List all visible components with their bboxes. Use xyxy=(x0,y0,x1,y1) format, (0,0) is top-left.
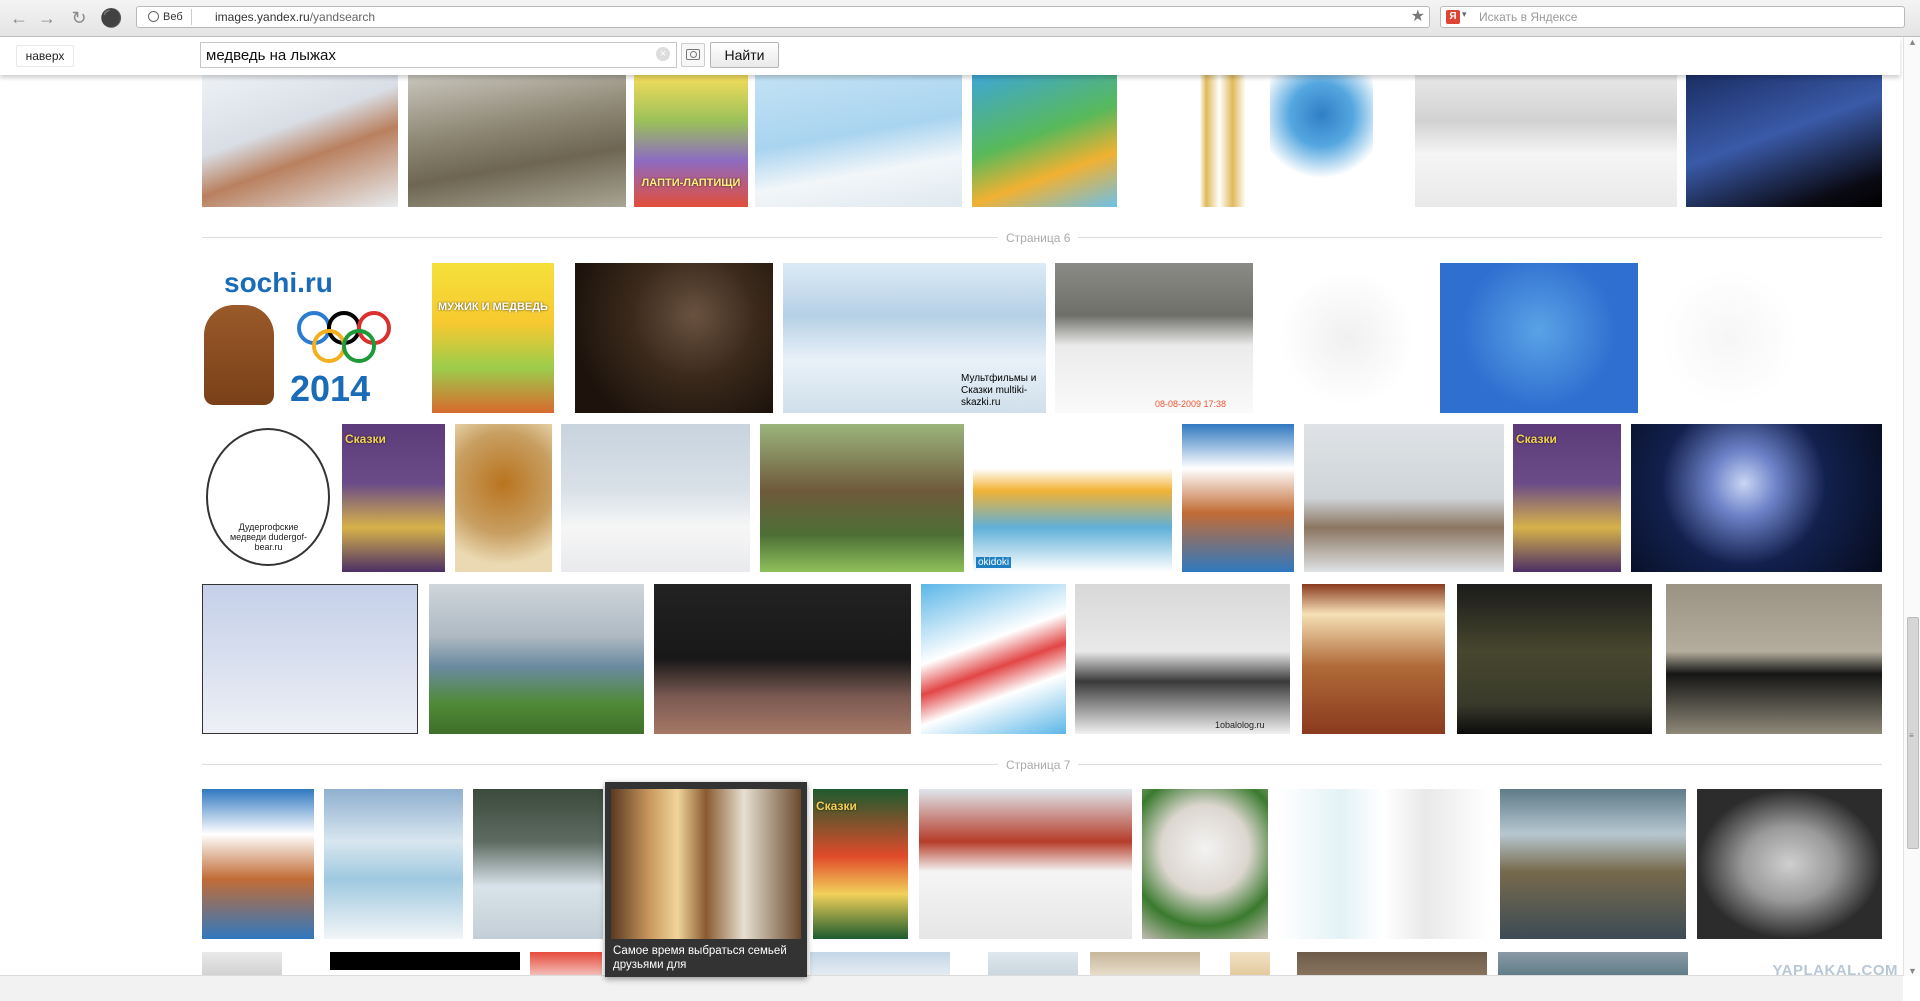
image-tile-black-bear-rocks[interactable] xyxy=(1666,584,1882,734)
url-text: images.yandex.ru/yandsearch xyxy=(215,10,376,24)
bottom-edge xyxy=(0,975,1903,1001)
image-tile-dolphin-skis[interactable] xyxy=(1127,75,1259,207)
dropdown-icon[interactable]: ▾ xyxy=(1462,9,1467,20)
image-tile-bears-seagulls[interactable] xyxy=(1304,424,1504,572)
image-tile-misha-bear[interactable] xyxy=(455,424,552,572)
web-pill[interactable]: Веб xyxy=(143,9,192,25)
image-tile-skazki-book-1[interactable]: Сказки xyxy=(342,424,445,572)
image-tile-hunters[interactable] xyxy=(408,75,626,207)
image-tile-ice-sculpture[interactable] xyxy=(324,789,463,939)
image-tile-polar-bears[interactable] xyxy=(1647,263,1882,413)
image-tile-bear-waterfall[interactable] xyxy=(473,789,603,939)
sochi-year: 2014 xyxy=(290,368,371,409)
image-tile-partial-1[interactable] xyxy=(202,952,282,977)
image-tile-skazki-book-2[interactable]: Сказки xyxy=(1513,424,1621,572)
image-tile-masha-cartoon[interactable]: Мультфильмы и Сказки multiki-skazki.ru xyxy=(783,263,1046,413)
popup-image[interactable] xyxy=(611,789,801,939)
yandex-search-placeholder: Искать в Яндексе xyxy=(1479,10,1578,24)
olympic-rings-icon xyxy=(297,311,414,363)
search-toolbar: наверх медведь на лыжах × Найти xyxy=(0,37,1900,75)
image-tile-speakers[interactable] xyxy=(654,584,911,734)
image-tile-partial-7[interactable] xyxy=(1230,952,1270,977)
image-tile-dolphin-mascot[interactable] xyxy=(1270,75,1373,207)
image-tile-candy-game[interactable] xyxy=(921,584,1066,734)
image-tile-sleeping-bear[interactable] xyxy=(1182,424,1294,572)
image-tile-polar-bears-fighting[interactable] xyxy=(202,584,418,734)
image-tile-vintage-bear[interactable] xyxy=(1697,789,1882,939)
image-tile-bear-claws[interactable] xyxy=(575,263,773,413)
image-tile-partial-4[interactable] xyxy=(810,952,950,977)
find-button[interactable]: Найти xyxy=(710,42,779,68)
image-tile-brown-bear-grass[interactable] xyxy=(760,424,964,572)
yandex-logo-icon: Я xyxy=(1446,10,1460,24)
image-tile-dolphin-cartoon[interactable] xyxy=(1278,789,1489,939)
image-tile-winter-person[interactable]: 08-08-2009 17:38 xyxy=(1055,263,1253,413)
back-arrow-icon[interactable]: ← xyxy=(8,7,30,29)
image-tile-seaplane[interactable] xyxy=(429,584,644,734)
image-tile-partial-5[interactable] xyxy=(988,952,1078,977)
watermark: YAPLAKAL.COM xyxy=(1772,962,1898,979)
image-hover-popup[interactable]: Самое время выбраться семьей друзьями дл… xyxy=(605,782,807,977)
image-tile-man-skiing[interactable] xyxy=(1415,75,1677,207)
scrollbar-thumb[interactable]: ≡ xyxy=(1907,617,1919,849)
image-tile-skiing-couple[interactable]: 1obalolog.ru xyxy=(1075,584,1290,734)
image-tile-lapti-book[interactable]: ЛАПТИ-ЛАПТИЩИ xyxy=(634,75,748,207)
page-label-6: Страница 6 xyxy=(998,231,1079,245)
clear-icon[interactable]: × xyxy=(656,47,670,61)
reload-icon[interactable]: ↻ xyxy=(68,7,90,29)
yandex-search-box[interactable]: Я ▾ Искать в Яндексе xyxy=(1440,6,1905,28)
image-tile-hunter-polar-bear[interactable] xyxy=(561,424,750,572)
image-tile-partial-3[interactable] xyxy=(530,952,602,977)
browser-toolbar: ← → ↻ ⚫ Веб images.yandex.ru/yandsearch … xyxy=(0,0,1920,37)
address-bar[interactable]: Веб images.yandex.ru/yandsearch ★ xyxy=(136,6,1430,28)
key-icon[interactable]: ⚫ xyxy=(100,7,122,29)
image-tile-skazki-book-3[interactable]: Сказки xyxy=(813,789,908,939)
image-tile-night-car[interactable] xyxy=(1686,75,1882,207)
image-tile-bedding[interactable] xyxy=(972,75,1117,207)
image-tile-video-frame[interactable] xyxy=(1457,584,1652,734)
up-button[interactable]: наверх xyxy=(16,45,74,67)
page-label-7: Страница 7 xyxy=(998,758,1079,772)
image-tile-slide-toy[interactable]: okidoki xyxy=(973,424,1172,572)
image-tile-boat-hull[interactable] xyxy=(1500,789,1686,939)
bookmark-star-icon[interactable]: ★ xyxy=(1411,7,1425,27)
image-tile-sketch[interactable] xyxy=(1263,263,1431,413)
page-scrollbar[interactable]: ▲ ≡ ▼ xyxy=(1903,37,1920,976)
image-tile-dolphin-blue[interactable] xyxy=(1440,263,1638,413)
camera-search-button[interactable] xyxy=(681,43,705,67)
image-tile-sochi-2014[interactable]: sochi.ru 2014 xyxy=(202,263,414,413)
bear-figure xyxy=(204,305,274,405)
sochi-text: sochi.ru xyxy=(224,267,333,298)
image-tile-snowmobile[interactable] xyxy=(202,75,398,207)
image-tile-bear-painting[interactable] xyxy=(1302,584,1445,734)
camera-icon xyxy=(686,49,700,60)
image-tile-raft-rescue[interactable] xyxy=(919,789,1132,939)
image-tile-dudergof[interactable]: Дудергофские медведи dudergof-bear.ru xyxy=(202,424,335,572)
scroll-down-icon[interactable]: ▼ xyxy=(1908,966,1917,976)
image-tile-partial-8[interactable] xyxy=(1297,952,1487,977)
search-input[interactable]: медведь на лыжах × xyxy=(200,42,677,68)
image-tile-cartoon-skiers[interactable] xyxy=(755,75,962,207)
forward-arrow-icon[interactable]: → xyxy=(36,7,58,29)
image-tile-sleeping-bear-2[interactable] xyxy=(202,789,314,939)
grip-icon: ≡ xyxy=(1909,731,1914,740)
search-query-text: медведь на лыжах xyxy=(206,47,336,64)
image-tile-moon-night[interactable] xyxy=(1631,424,1882,572)
image-tile-partial-9[interactable] xyxy=(1498,952,1688,977)
image-tile-partial-2[interactable] xyxy=(330,952,520,970)
globe-icon xyxy=(148,11,159,22)
image-tile-snowman[interactable] xyxy=(1142,789,1268,939)
image-tile-muzhik-book[interactable]: МУЖИК И МЕДВЕДЬ xyxy=(432,263,554,413)
scroll-up-icon[interactable]: ▲ xyxy=(1908,37,1917,47)
popup-caption: Самое время выбраться семьей друзьями дл… xyxy=(613,945,787,971)
image-tile-partial-6[interactable] xyxy=(1090,952,1200,977)
